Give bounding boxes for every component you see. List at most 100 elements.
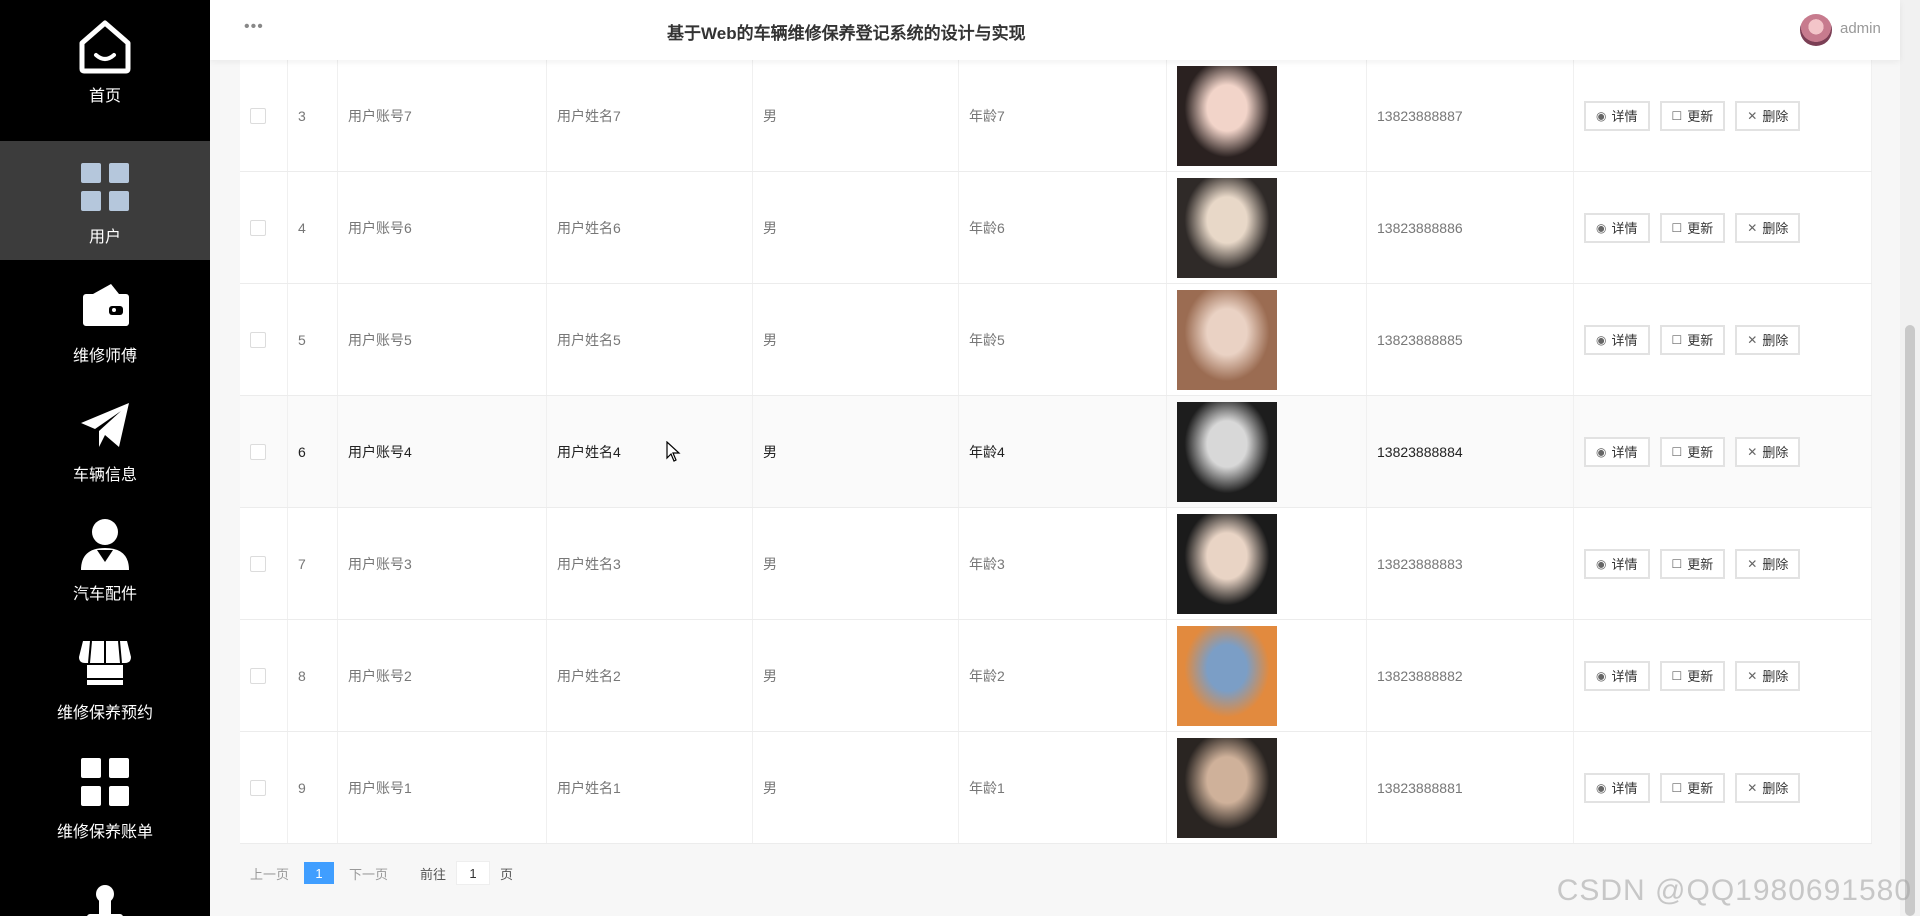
table-row[interactable]: 6 用户账号4 用户姓名4 男年龄4 13823888884 ◉ 详情 ☐ 更新 ✕ 删除 — [240, 396, 1872, 508]
detail-button[interactable]: ◉ 详情 — [1584, 324, 1650, 355]
user-photo[interactable] — [1177, 401, 1277, 502]
update-button[interactable]: ☐ 更新 — [1659, 324, 1726, 355]
sidebar-item-users[interactable]: 用户 — [0, 141, 210, 260]
delete-button[interactable]: ✕ 删除 — [1735, 212, 1801, 243]
button-label: 删除 — [1762, 221, 1789, 236]
row-checkbox[interactable] — [250, 667, 266, 684]
goto-page-input[interactable]: 1 — [456, 861, 491, 885]
row-checkbox[interactable] — [250, 443, 266, 460]
row-checkbox[interactable] — [250, 555, 266, 572]
account-cell: 用户账号2 — [338, 620, 547, 731]
button-label: 详情 — [1611, 669, 1638, 684]
top-header: ••• 基于Web的车辆维修保养登记系统的设计与实现 admin — [210, 0, 1900, 60]
photo-cell — [1167, 620, 1367, 731]
delete-button[interactable]: ✕ 删除 — [1735, 436, 1801, 467]
button-label: 删除 — [1762, 333, 1789, 348]
username[interactable]: admin — [1840, 20, 1881, 37]
row-checkbox[interactable] — [250, 107, 266, 124]
button-label: 删除 — [1762, 445, 1789, 460]
table-row[interactable]: 8 用户账号2 用户姓名2 男年龄2 13823888882 ◉ 详情 ☐ 更新 ✕ 删除 — [240, 620, 1872, 732]
detail-button[interactable]: ◉ 详情 — [1584, 100, 1650, 131]
home-icon — [73, 14, 137, 78]
phone-cell: 13823888885 — [1367, 284, 1574, 395]
sidebar-item-bills[interactable]: 维修保养账单 — [0, 736, 210, 855]
detail-button[interactable]: ◉ 详情 — [1584, 772, 1650, 803]
age-cell: 年龄3 — [959, 508, 1167, 619]
delete-button[interactable]: ✕ 删除 — [1735, 660, 1801, 691]
gender-cell: 男 — [753, 284, 959, 395]
phone-cell: 13823888883 — [1367, 508, 1574, 619]
avatar[interactable] — [1800, 14, 1832, 46]
sidebar-item-more[interactable] — [0, 870, 210, 916]
gender-cell: 男 — [753, 620, 959, 731]
table-row[interactable]: 3 用户账号7 用户姓名7 男年龄7 13823888887 ◉ 详情 ☐ 更新 ✕ 删除 — [240, 60, 1872, 172]
row-checkbox[interactable] — [250, 219, 266, 236]
detail-button[interactable]: ◉ 详情 — [1584, 212, 1650, 243]
page-number-current[interactable]: 1 — [304, 862, 335, 884]
user-photo[interactable] — [1177, 513, 1277, 614]
button-label: 更新 — [1687, 109, 1714, 124]
table-row[interactable]: 9 用户账号1 用户姓名1 男年龄1 13823888881 ◉ 详情 ☐ 更新 ✕ 删除 — [240, 732, 1872, 844]
sidebar-item-home[interactable]: 首页 — [0, 0, 210, 119]
row-checkbox[interactable] — [250, 331, 266, 348]
close-icon: ✕ — [1747, 332, 1758, 347]
user-photo[interactable] — [1177, 625, 1277, 726]
delete-button[interactable]: ✕ 删除 — [1735, 100, 1801, 131]
update-button[interactable]: ☐ 更新 — [1659, 436, 1726, 467]
index-cell: 4 — [288, 172, 338, 283]
name-cell: 用户姓名2 — [547, 620, 753, 731]
sidebar-item-vehicles[interactable]: 车辆信息 — [0, 379, 210, 498]
index-cell: 5 — [288, 284, 338, 395]
user-photo[interactable] — [1177, 177, 1277, 278]
update-button[interactable]: ☐ 更新 — [1659, 772, 1726, 803]
user-photo[interactable] — [1177, 289, 1277, 390]
delete-button[interactable]: ✕ 删除 — [1735, 324, 1801, 355]
button-label: 更新 — [1687, 445, 1714, 460]
actions-cell: ◉ 详情 ☐ 更新 ✕ 删除 — [1574, 732, 1872, 843]
button-label: 删除 — [1762, 109, 1789, 124]
more-menu-icon[interactable]: ••• — [244, 18, 264, 36]
update-button[interactable]: ☐ 更新 — [1659, 660, 1726, 691]
button-label: 删除 — [1762, 557, 1789, 572]
sidebar-item-appointment[interactable]: 维修保养预约 — [0, 617, 210, 736]
index-cell: 9 — [288, 732, 338, 843]
close-icon: ✕ — [1747, 668, 1758, 683]
button-label: 详情 — [1611, 557, 1638, 572]
next-page-button[interactable]: 下一页 — [349, 864, 388, 883]
user-photo[interactable] — [1177, 737, 1277, 838]
phone-cell: 13823888882 — [1367, 620, 1574, 731]
table-row[interactable]: 4 用户账号6 用户姓名6 男年龄6 13823888886 ◉ 详情 ☐ 更新 ✕ 删除 — [240, 172, 1872, 284]
prev-page-button[interactable]: 上一页 — [250, 864, 289, 883]
phone-cell: 13823888887 — [1367, 60, 1574, 171]
button-label: 更新 — [1687, 669, 1714, 684]
button-label: 更新 — [1687, 221, 1714, 236]
sidebar-item-label: 维修保养预约 — [56, 705, 153, 722]
wallet-icon — [73, 274, 137, 338]
table-row[interactable]: 5 用户账号5 用户姓名5 男年龄5 13823888885 ◉ 详情 ☐ 更新 ✕ 删除 — [240, 284, 1872, 396]
delete-button[interactable]: ✕ 删除 — [1735, 772, 1801, 803]
update-button[interactable]: ☐ 更新 — [1659, 548, 1726, 579]
table-row[interactable]: 7 用户账号3 用户姓名3 男年龄3 13823888883 ◉ 详情 ☐ 更新 ✕ 删除 — [240, 508, 1872, 620]
detail-button[interactable]: ◉ 详情 — [1584, 548, 1650, 579]
button-label: 删除 — [1762, 781, 1789, 796]
checkbox-cell — [240, 396, 288, 507]
edit-icon: ☐ — [1671, 444, 1683, 459]
detail-button[interactable]: ◉ 详情 — [1584, 660, 1650, 691]
sidebar-item-parts[interactable]: 汽车配件 — [0, 498, 210, 617]
update-button[interactable]: ☐ 更新 — [1659, 212, 1726, 243]
gender-cell: 男 — [753, 172, 959, 283]
detail-button[interactable]: ◉ 详情 — [1584, 436, 1650, 467]
sidebar-item-mechanic[interactable]: 维修师傅 — [0, 260, 210, 379]
user-photo[interactable] — [1177, 65, 1277, 166]
page-scrollbar[interactable] — [1900, 0, 1920, 916]
row-checkbox[interactable] — [250, 779, 266, 796]
name-cell: 用户姓名5 — [547, 284, 753, 395]
update-button[interactable]: ☐ 更新 — [1659, 100, 1726, 131]
stamp-icon — [73, 884, 137, 916]
delete-button[interactable]: ✕ 删除 — [1735, 548, 1801, 579]
button-label: 详情 — [1611, 221, 1638, 236]
edit-icon: ☐ — [1671, 556, 1683, 571]
person-icon — [73, 512, 137, 576]
checkbox-cell — [240, 620, 288, 731]
scrollbar-thumb[interactable] — [1905, 325, 1915, 916]
